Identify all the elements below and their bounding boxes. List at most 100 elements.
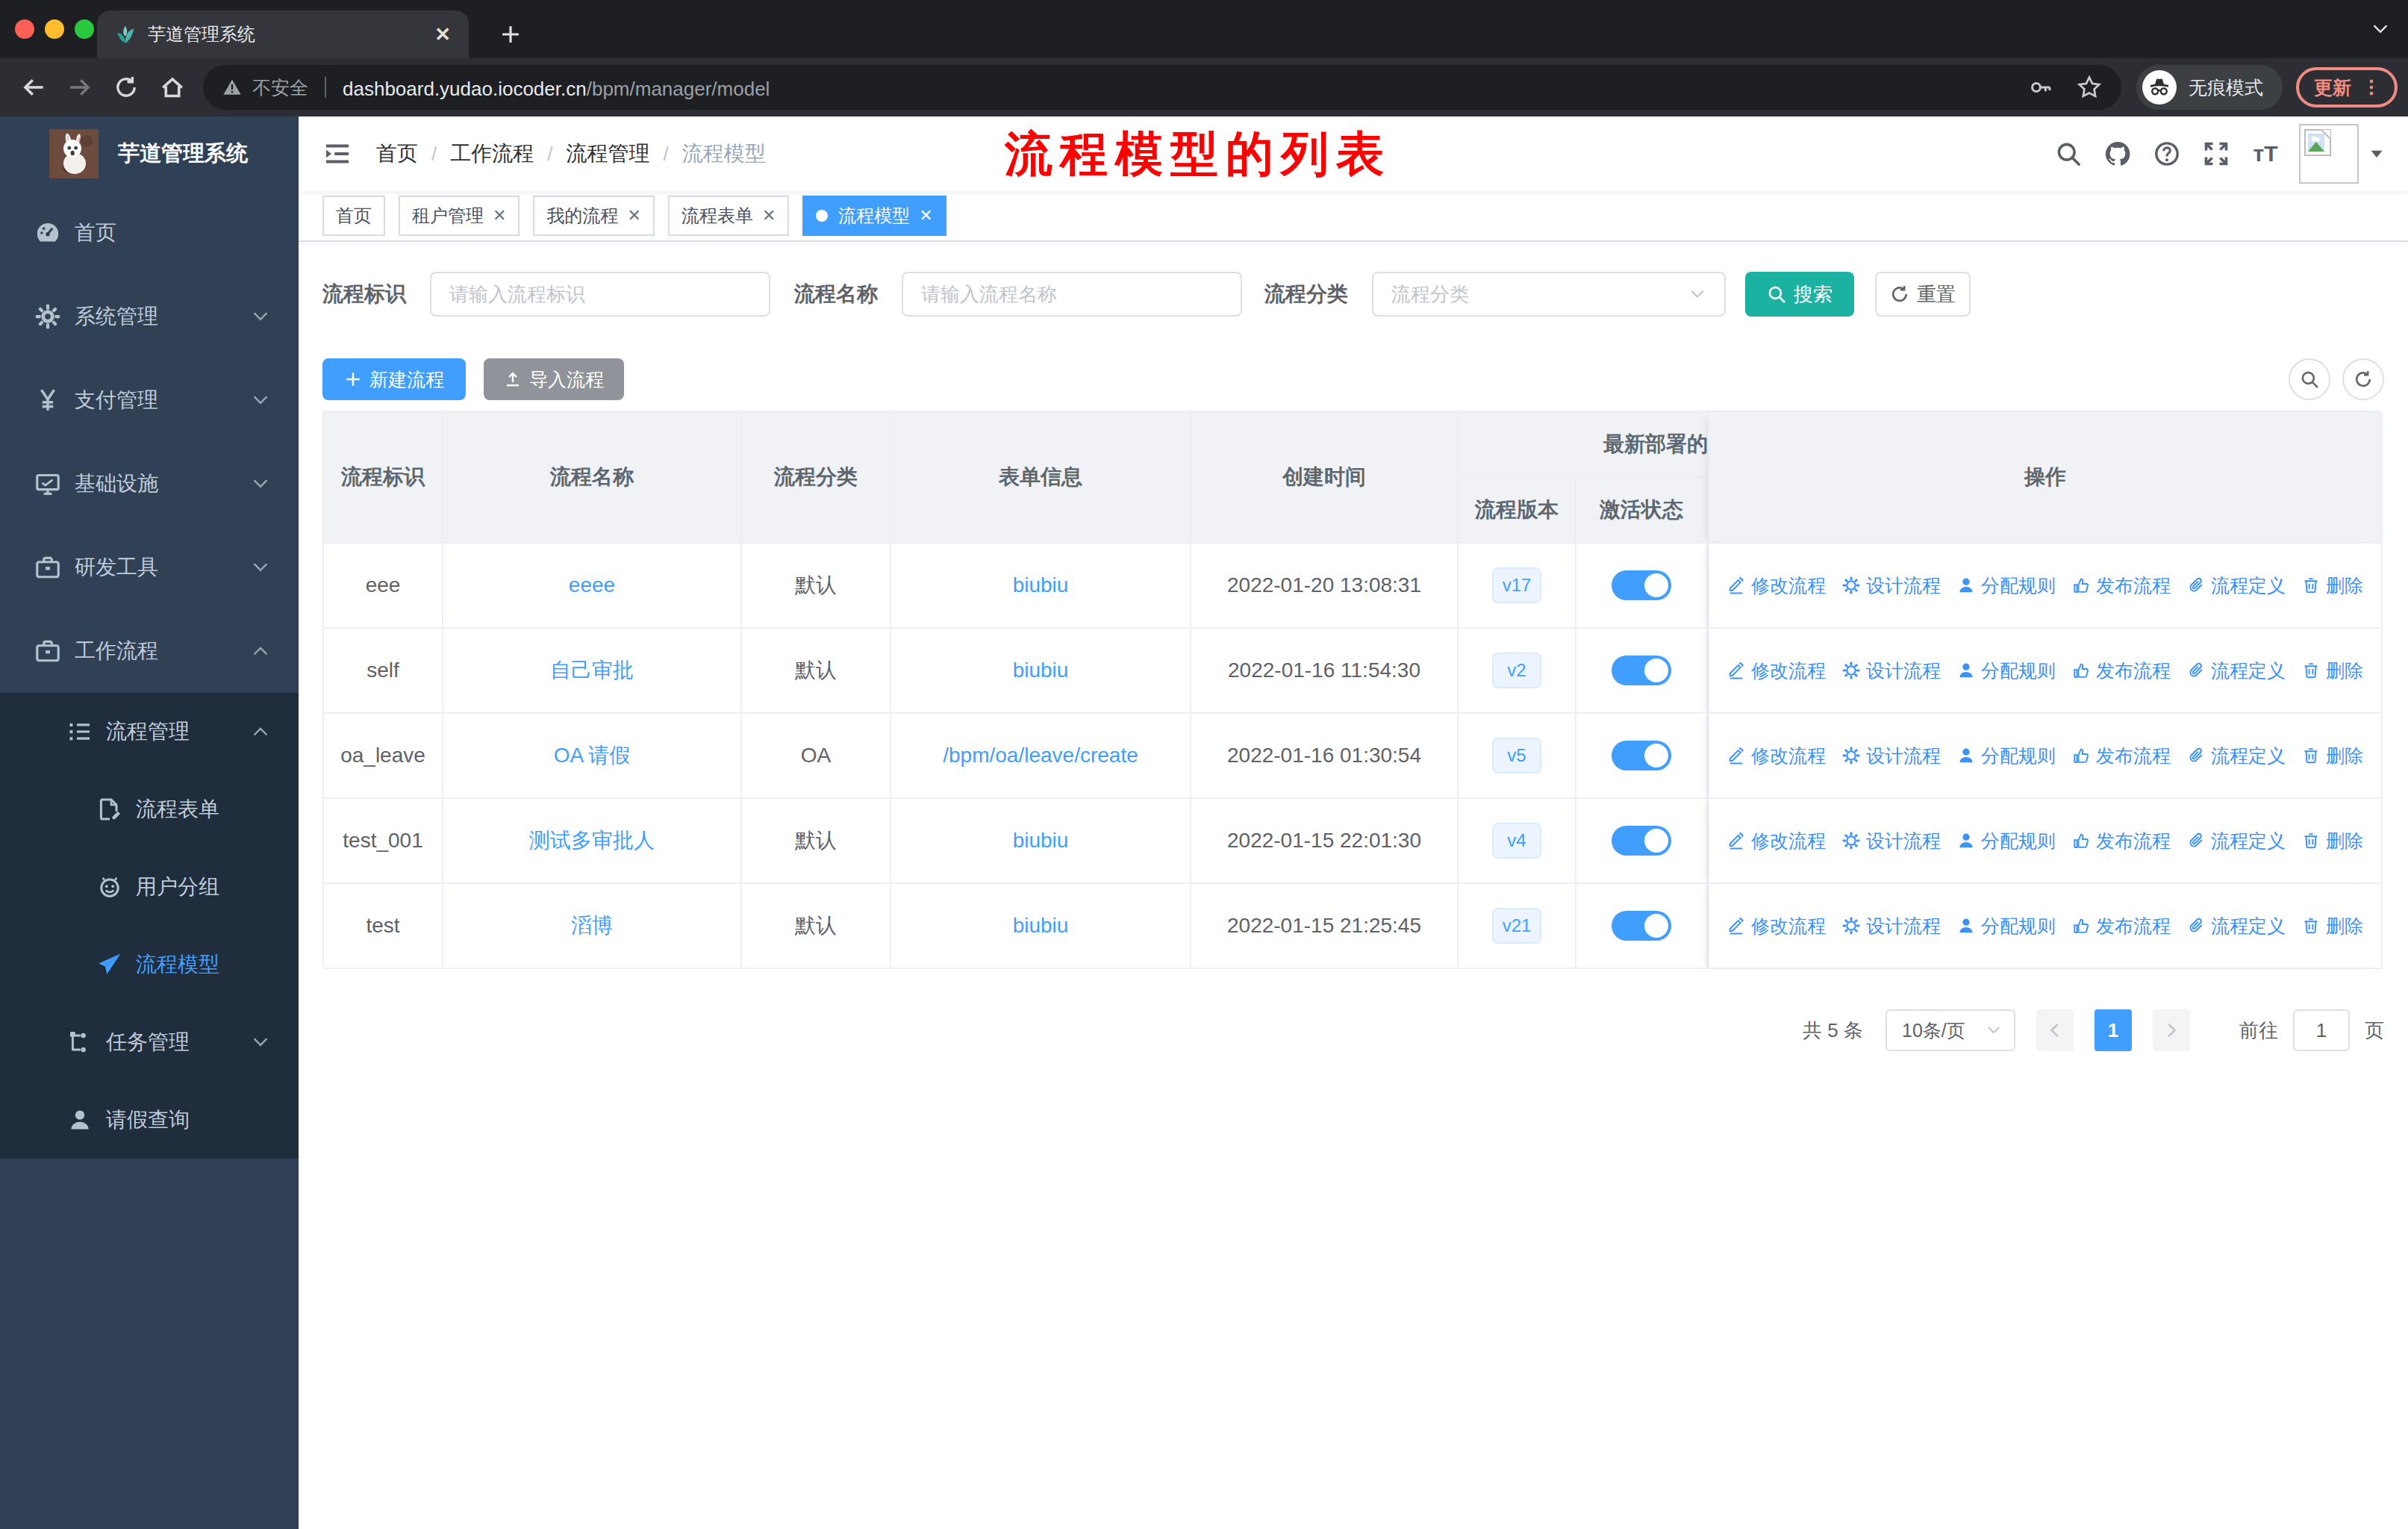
sidebar-item-devtools[interactable]: 研发工具 bbox=[0, 526, 299, 609]
window-close-button[interactable] bbox=[15, 19, 34, 39]
active-toggle[interactable] bbox=[1612, 570, 1671, 600]
action-assign-rule[interactable]: 分配规则 bbox=[1957, 658, 2056, 683]
form-link[interactable]: /bpm/oa/leave/create bbox=[943, 744, 1138, 767]
action-delete[interactable]: 删除 bbox=[2302, 914, 2363, 938]
action-edit-process[interactable]: 修改流程 bbox=[1727, 658, 1826, 683]
browser-tab[interactable]: 芋道管理系统 ✕ bbox=[97, 10, 469, 58]
security-label[interactable]: 不安全 bbox=[252, 75, 308, 100]
action-delete[interactable]: 删除 bbox=[2302, 573, 2363, 598]
action-process-definition[interactable]: 流程定义 bbox=[2187, 744, 2286, 768]
model-name-link[interactable]: 测试多审批人 bbox=[529, 826, 655, 855]
sidebar-item-payment[interactable]: 支付管理 bbox=[0, 358, 299, 442]
tab-close-icon[interactable]: ✕ bbox=[434, 23, 451, 46]
avatar-dropdown-caret-icon[interactable] bbox=[2369, 146, 2384, 161]
action-design-process[interactable]: 设计流程 bbox=[1842, 829, 1941, 853]
breadcrumb-process-management[interactable]: 流程管理 bbox=[566, 140, 649, 168]
action-publish-process[interactable]: 发布流程 bbox=[2072, 829, 2171, 853]
version-tag[interactable]: v17 bbox=[1492, 567, 1541, 603]
avatar[interactable] bbox=[2299, 124, 2359, 184]
action-assign-rule[interactable]: 分配规则 bbox=[1957, 573, 2056, 598]
sidebar-item-process-model[interactable]: 流程模型 bbox=[0, 926, 299, 1003]
action-edit-process[interactable]: 修改流程 bbox=[1727, 573, 1826, 598]
sidebar-item-process-form[interactable]: 流程表单 bbox=[0, 770, 299, 848]
page-1-button[interactable]: 1 bbox=[2094, 1009, 2132, 1051]
action-edit-process[interactable]: 修改流程 bbox=[1727, 914, 1826, 938]
password-key-icon[interactable] bbox=[2029, 75, 2053, 99]
tag-home[interactable]: 首页 bbox=[322, 196, 385, 236]
process-name-input[interactable] bbox=[902, 272, 1242, 317]
import-process-button[interactable]: 导入流程 bbox=[484, 358, 624, 400]
action-process-definition[interactable]: 流程定义 bbox=[2187, 658, 2286, 683]
action-process-definition[interactable]: 流程定义 bbox=[2187, 914, 2286, 938]
header-search-icon[interactable] bbox=[2044, 116, 2093, 191]
breadcrumb-workflow[interactable]: 工作流程 bbox=[450, 140, 534, 168]
version-tag[interactable]: v4 bbox=[1492, 823, 1541, 859]
action-assign-rule[interactable]: 分配规则 bbox=[1957, 829, 2056, 853]
create-process-button[interactable]: 新建流程 bbox=[322, 358, 466, 400]
goto-page-input[interactable] bbox=[2293, 1009, 2350, 1051]
tag-my-flow[interactable]: 我的流程✕ bbox=[533, 196, 654, 236]
action-edit-process[interactable]: 修改流程 bbox=[1727, 829, 1826, 853]
action-design-process[interactable]: 设计流程 bbox=[1842, 573, 1941, 598]
fullscreen-icon[interactable] bbox=[2192, 116, 2241, 191]
help-icon[interactable] bbox=[2142, 116, 2192, 191]
action-publish-process[interactable]: 发布流程 bbox=[2072, 658, 2171, 683]
version-tag[interactable]: v21 bbox=[1492, 908, 1541, 944]
reset-button[interactable]: 重置 bbox=[1875, 272, 1971, 317]
sidebar-item-system[interactable]: 系统管理 bbox=[0, 275, 299, 358]
active-toggle[interactable] bbox=[1612, 826, 1671, 856]
action-process-definition[interactable]: 流程定义 bbox=[2187, 573, 2286, 598]
home-button[interactable] bbox=[149, 64, 196, 110]
address-bar[interactable]: 不安全 dashboard.yudao.iocoder.cn/bpm/manag… bbox=[203, 65, 2121, 110]
model-name-link[interactable]: OA 请假 bbox=[554, 741, 631, 770]
bookmark-star-icon[interactable] bbox=[2077, 75, 2102, 100]
action-design-process[interactable]: 设计流程 bbox=[1842, 744, 1941, 768]
next-page-button[interactable] bbox=[2153, 1009, 2190, 1051]
page-size-select[interactable]: 10条/页 bbox=[1885, 1009, 2015, 1051]
action-delete[interactable]: 删除 bbox=[2302, 829, 2363, 853]
hamburger-icon[interactable] bbox=[322, 139, 352, 169]
action-assign-rule[interactable]: 分配规则 bbox=[1957, 744, 2056, 768]
browser-menu-icon[interactable] bbox=[2362, 78, 2381, 97]
version-tag[interactable]: v2 bbox=[1492, 653, 1541, 688]
search-button[interactable]: 搜索 bbox=[1745, 272, 1854, 317]
window-minimize-button[interactable] bbox=[45, 19, 64, 39]
action-publish-process[interactable]: 发布流程 bbox=[2072, 573, 2171, 598]
action-publish-process[interactable]: 发布流程 bbox=[2072, 744, 2171, 768]
tag-close-icon[interactable]: ✕ bbox=[627, 206, 640, 225]
back-button[interactable] bbox=[10, 64, 57, 110]
active-toggle[interactable] bbox=[1612, 655, 1671, 685]
reload-button[interactable] bbox=[103, 64, 149, 110]
process-category-select[interactable]: 流程分类 bbox=[1372, 272, 1726, 317]
tag-close-icon[interactable]: ✕ bbox=[919, 206, 932, 225]
sidebar-item-user-group[interactable]: 用户分组 bbox=[0, 848, 299, 926]
active-toggle[interactable] bbox=[1612, 911, 1671, 941]
form-link[interactable]: biubiu bbox=[1013, 573, 1069, 597]
sidebar-item-workflow[interactable]: 工作流程 bbox=[0, 609, 299, 693]
action-edit-process[interactable]: 修改流程 bbox=[1727, 744, 1826, 768]
action-publish-process[interactable]: 发布流程 bbox=[2072, 914, 2171, 938]
action-design-process[interactable]: 设计流程 bbox=[1842, 658, 1941, 683]
tag-tenant[interactable]: 租户管理✕ bbox=[399, 196, 520, 236]
action-process-definition[interactable]: 流程定义 bbox=[2187, 829, 2286, 853]
tag-close-icon[interactable]: ✕ bbox=[762, 206, 776, 225]
model-name-link[interactable]: eeee bbox=[569, 573, 615, 597]
action-delete[interactable]: 删除 bbox=[2302, 658, 2363, 683]
sidebar-item-infra[interactable]: 基础设施 bbox=[0, 442, 299, 526]
sidebar-item-leave-query[interactable]: 请假查询 bbox=[0, 1081, 299, 1159]
window-zoom-button[interactable] bbox=[75, 19, 94, 39]
sidebar-item-home[interactable]: 首页 bbox=[0, 191, 299, 275]
model-name-link[interactable]: 滔博 bbox=[571, 912, 613, 940]
version-tag[interactable]: v5 bbox=[1492, 738, 1541, 773]
font-size-icon[interactable]: тT bbox=[2241, 116, 2290, 191]
tag-process-model[interactable]: 流程模型✕ bbox=[802, 196, 946, 236]
sidebar-item-process-management[interactable]: 流程管理 bbox=[0, 693, 299, 770]
model-name-link[interactable]: 自己审批 bbox=[550, 656, 634, 685]
action-design-process[interactable]: 设计流程 bbox=[1842, 914, 1941, 938]
action-delete[interactable]: 删除 bbox=[2302, 744, 2363, 768]
active-toggle[interactable] bbox=[1612, 741, 1671, 770]
prev-page-button[interactable] bbox=[2036, 1009, 2074, 1051]
chrome-update-button[interactable]: 更新 bbox=[2296, 67, 2398, 108]
process-id-input[interactable] bbox=[430, 272, 770, 317]
new-tab-button[interactable] bbox=[488, 12, 533, 57]
